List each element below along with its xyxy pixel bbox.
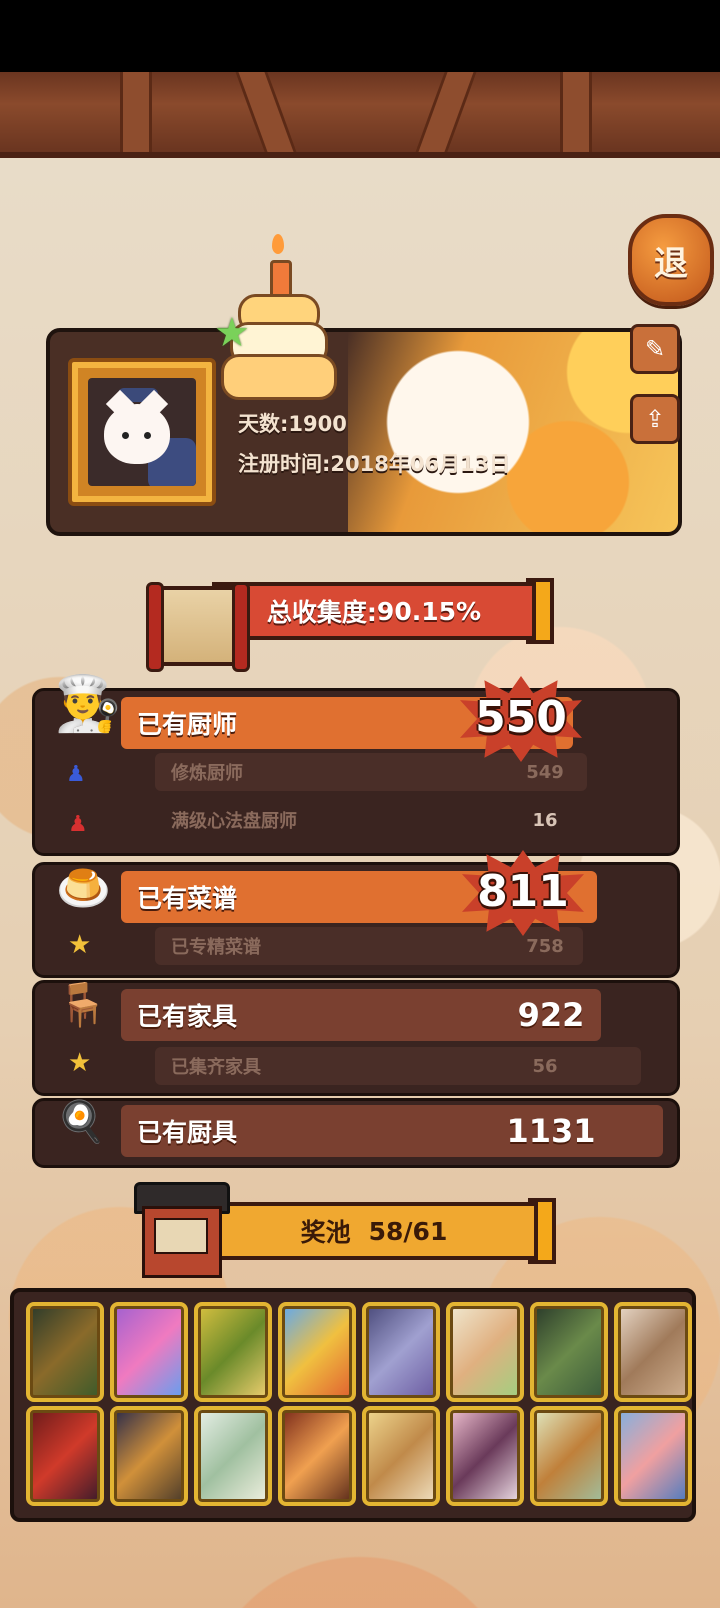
register-value: 2018年06月13日 [330,452,511,476]
birthday-cake-icon: ★ [214,230,344,400]
total-collection-banner: 总收集度: 90.15% [212,582,536,640]
pool-card[interactable] [362,1302,440,1402]
wooden-beam-header [0,72,720,158]
blue-figure-icon: ♟ [66,762,86,787]
recipes-mastered-value: 758 [526,935,564,957]
pool-card[interactable] [194,1406,272,1506]
utensils-label: 已有厨具 [137,1118,238,1147]
furniture-complete-value: 56 [532,1055,558,1077]
cat-eye [122,432,129,439]
status-bar [0,0,720,72]
pool-card[interactable] [614,1406,692,1506]
prize-pool-banner[interactable]: 奖池 58/61 [210,1202,538,1260]
total-collection-value: 90.15% [376,596,482,626]
chefs-maxed-label: 满级心法盘厨师 [171,811,297,832]
register-label: 注册时间: [238,452,331,476]
beam-truss [415,72,477,152]
chefs-maxed-row[interactable]: 满级心法盘厨师 16 [155,801,587,839]
edit-icon[interactable]: ✎ [630,324,680,374]
recipes-value: 811 [477,866,569,917]
beam-truss [235,72,297,152]
exit-button[interactable]: 退 [628,214,714,306]
pool-card[interactable] [614,1302,692,1402]
avatar-image [88,378,196,486]
cat-eye [144,432,151,439]
star-icon: ★ [68,930,92,960]
prize-pool-label: 奖池 [300,1218,351,1247]
utensils-value: 1131 [506,1112,596,1150]
days-value: 1900 [288,412,347,436]
pool-card[interactable] [446,1302,524,1402]
beam-truss [120,72,152,152]
pool-card[interactable] [110,1302,188,1402]
avatar[interactable] [68,358,216,506]
star-icon: ★ [68,1048,92,1078]
utensils-row[interactable]: 已有厨具 1131 [121,1105,663,1157]
share-icon[interactable]: ⇪ [630,394,680,444]
cat-face [104,404,170,464]
recipes-label: 已有菜谱 [137,884,238,913]
cake-tier [221,354,337,400]
shop-house-icon [128,1182,232,1278]
prize-pool-gallery [10,1288,696,1522]
pool-card[interactable] [530,1302,608,1402]
pool-card[interactable] [530,1406,608,1506]
chefs-maxed-value: 16 [532,809,558,831]
profile-banner-art [348,332,678,532]
recipes-mastered-label: 已专精菜谱 [171,937,261,958]
scroll-icon [146,582,250,672]
pool-card[interactable] [446,1406,524,1506]
beam-truss [560,72,592,152]
chefs-value: 550 [475,692,567,743]
prize-pool-value: 58/61 [368,1216,448,1246]
notice-board [154,1218,208,1254]
furniture-row[interactable]: 已有家具 922 [121,989,601,1041]
register-line: 注册时间:2018年06月13日 [238,448,510,478]
pudding-icon: 🍮 [56,863,111,914]
green-star-icon: ★ [214,310,250,356]
chefs-trained-label: 修炼厨师 [171,763,243,784]
pool-card[interactable] [26,1302,104,1402]
furniture-icon: 🪑 [56,980,109,1029]
pool-card[interactable] [278,1302,356,1402]
pool-card[interactable] [26,1406,104,1506]
recipes-mastered-row[interactable]: 已专精菜谱 758 [155,927,583,965]
furniture-panel: 已有家具 922 已集齐家具 56 [32,980,680,1096]
pool-card[interactable] [362,1406,440,1506]
pool-card[interactable] [194,1302,272,1402]
chef-mascot-icon: 👨‍🍳 [54,672,122,735]
total-collection-label: 总收集度: [266,598,377,627]
profile-card: 天数:1900 注册时间:2018年06月13日 [46,328,682,536]
chefs-trained-value: 549 [526,761,564,783]
pool-card[interactable] [110,1406,188,1506]
chefs-panel: 已有厨师 修炼厨师 549 满级心法盘厨师 16 [32,688,680,856]
candle-flame [272,234,284,254]
red-figure-icon: ♟ [68,812,88,837]
chefs-label: 已有厨师 [137,710,238,739]
utensil-icon: 🍳 [56,1099,106,1145]
furniture-complete-label: 已集齐家具 [171,1057,261,1078]
pool-card[interactable] [278,1406,356,1506]
days-label: 天数: [238,412,289,436]
furniture-label: 已有家具 [137,1002,238,1031]
days-line: 天数:1900 [238,408,347,438]
utensils-panel: 已有厨具 1131 [32,1098,680,1168]
furniture-value: 922 [517,996,585,1034]
furniture-complete-row[interactable]: 已集齐家具 56 [155,1047,641,1085]
